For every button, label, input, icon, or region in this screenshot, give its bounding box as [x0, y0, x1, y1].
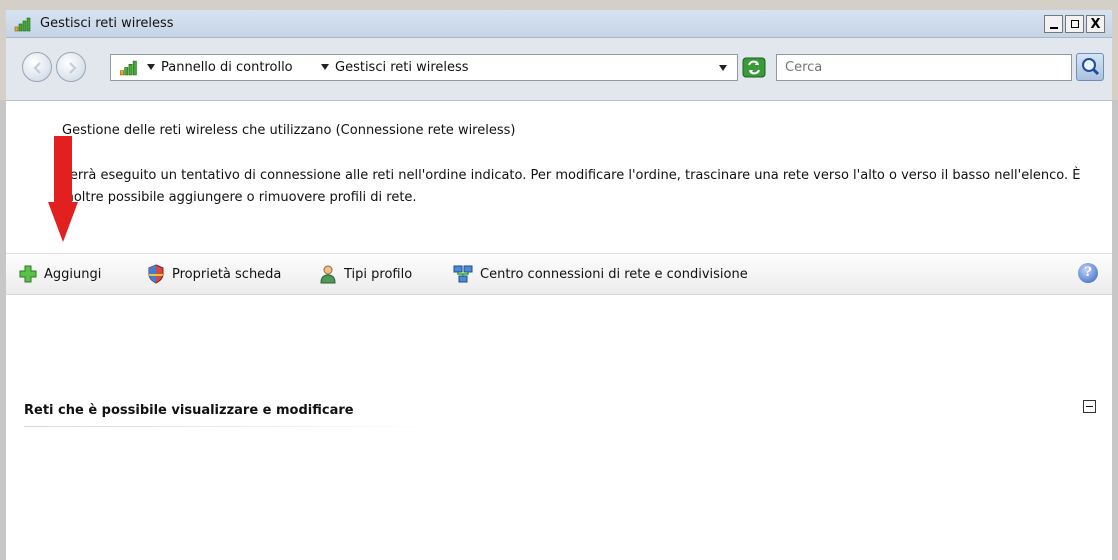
refresh-icon	[742, 57, 766, 78]
maximize-button[interactable]	[1065, 15, 1084, 33]
network-icon	[453, 265, 473, 283]
command-toolbar: Aggiungi Proprietà scheda Tipi profilo C…	[6, 253, 1112, 295]
shield-icon	[148, 264, 164, 284]
wireless-signal-icon	[120, 60, 137, 76]
breadcrumb-manage-wireless[interactable]: Gestisci reti wireless	[335, 60, 469, 75]
window-border	[1112, 100, 1118, 560]
window: Gestisci reti wireless X Pannello di con…	[0, 0, 1118, 560]
red-arrow-annotation	[48, 136, 78, 242]
window-title: Gestisci reti wireless	[40, 16, 174, 31]
page-heading: Gestione delle reti wireless che utilizz…	[62, 123, 516, 138]
title-bar[interactable]: Gestisci reti wireless X	[6, 10, 1112, 38]
forward-button[interactable]	[56, 52, 86, 82]
network-center-button[interactable]: Centro connessioni di rete e condivision…	[452, 264, 748, 284]
profile-types-button[interactable]: Tipi profilo	[318, 264, 412, 284]
profile-types-label: Tipi profilo	[344, 266, 413, 282]
add-icon	[19, 265, 37, 283]
network-center-label: Centro connessioni di rete e condivision…	[480, 266, 748, 282]
adapter-properties-button[interactable]: Proprietà scheda	[146, 264, 281, 284]
page-description: Verrà eseguito un tentativo di connessio…	[62, 168, 1081, 205]
search-button[interactable]	[1076, 53, 1104, 81]
close-button[interactable]: X	[1086, 15, 1105, 33]
add-button[interactable]: Aggiungi	[18, 264, 101, 284]
window-controls: X	[1044, 15, 1105, 33]
crumb-separator-icon[interactable]	[321, 64, 329, 70]
address-dropdown-icon[interactable]	[719, 65, 727, 71]
maximize-icon	[1070, 20, 1079, 28]
search-icon	[1082, 58, 1100, 76]
refresh-button[interactable]	[740, 54, 768, 81]
collapse-section-button[interactable]	[1083, 400, 1096, 413]
back-arrow-icon	[33, 62, 41, 74]
search-input[interactable]	[783, 59, 1057, 76]
help-button[interactable]: ?	[1078, 263, 1098, 283]
wireless-signal-icon	[14, 17, 31, 32]
minimize-button[interactable]	[1044, 15, 1063, 33]
address-box[interactable]: Pannello di controllo Gestisci reti wire…	[110, 54, 738, 81]
adapter-properties-label: Proprietà scheda	[172, 266, 282, 282]
address-bar-area: Pannello di controllo Gestisci reti wire…	[6, 38, 1112, 101]
back-button[interactable]	[22, 52, 52, 82]
search-box[interactable]	[776, 54, 1072, 81]
main-content: Gestione delle reti wireless che utilizz…	[6, 101, 1112, 560]
add-label: Aggiungi	[44, 266, 102, 282]
minimize-icon	[1049, 26, 1058, 29]
crumb-separator-icon[interactable]	[147, 64, 155, 70]
minus-icon	[1086, 406, 1093, 407]
breadcrumb-control-panel[interactable]: Pannello di controllo	[161, 60, 293, 75]
section-divider	[24, 426, 434, 427]
forward-arrow-icon	[69, 62, 77, 74]
user-icon	[320, 265, 336, 284]
section-title: Reti che è possibile visualizzare e modi…	[24, 403, 354, 418]
